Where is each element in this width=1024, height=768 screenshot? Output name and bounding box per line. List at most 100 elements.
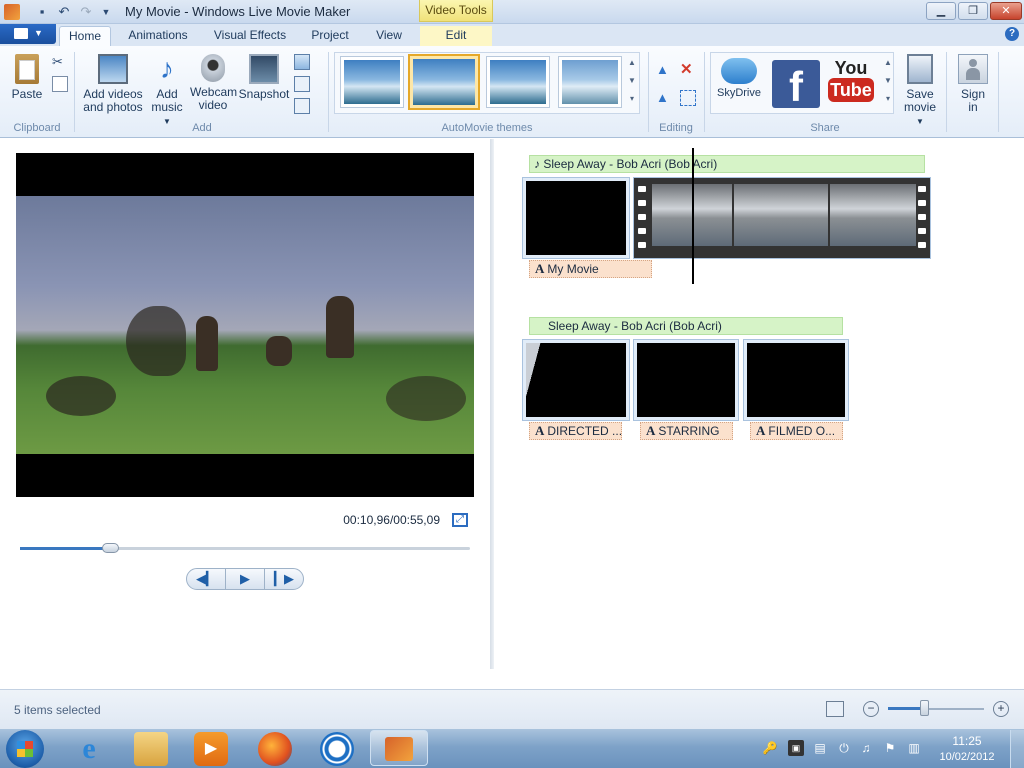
thumbnail-size-icon[interactable] bbox=[826, 701, 844, 717]
maximize-button[interactable]: ❐ bbox=[958, 2, 988, 20]
maxthon-icon[interactable] bbox=[320, 732, 354, 766]
previous-frame-button[interactable]: ◀▎ bbox=[186, 568, 226, 590]
start-button[interactable] bbox=[6, 730, 44, 768]
sign-in-button[interactable]: Sign in bbox=[954, 54, 992, 114]
firefox-icon[interactable] bbox=[258, 732, 292, 766]
youtube-icon[interactable]: You Tube bbox=[828, 58, 874, 108]
status-bar: 5 items selected − + bbox=[0, 689, 1024, 729]
save-movie-label-2: movie bbox=[903, 100, 936, 114]
theme-thumbnail[interactable] bbox=[558, 56, 622, 108]
customize-toolbar-icon[interactable]: ▼ bbox=[98, 4, 114, 20]
caption-bar[interactable]: A FILMED O... bbox=[750, 422, 843, 440]
credits-icon[interactable] bbox=[294, 98, 310, 114]
caption-bar[interactable]: A DIRECTED ... bbox=[529, 422, 622, 440]
seek-bar-thumb[interactable] bbox=[102, 543, 119, 553]
tab-visual-effects[interactable]: Visual Effects bbox=[208, 26, 292, 46]
theme-thumbnail[interactable] bbox=[340, 56, 404, 108]
text-icon: A bbox=[535, 423, 545, 438]
clipboard-group-label: Clipboard bbox=[13, 122, 61, 134]
title-clip[interactable] bbox=[522, 177, 630, 259]
share-scroll-buttons[interactable]: ▲ ▼ ▾ bbox=[882, 54, 894, 110]
save-movie-button[interactable]: Save movie ▼ bbox=[900, 54, 940, 128]
paste-icon bbox=[15, 54, 39, 84]
file-explorer-icon[interactable] bbox=[134, 732, 168, 766]
play-button[interactable]: ▶ bbox=[225, 568, 265, 590]
credits-clip[interactable] bbox=[633, 339, 739, 421]
application-menu-button[interactable]: ▼ bbox=[0, 24, 56, 44]
skydrive-button[interactable]: SkyDrive bbox=[714, 58, 764, 100]
playback-indicator[interactable] bbox=[692, 148, 694, 284]
caption-bar[interactable]: A My Movie bbox=[529, 260, 652, 278]
facebook-icon[interactable]: f bbox=[772, 60, 820, 108]
tray-volume-icon[interactable]: ♫ bbox=[858, 740, 874, 756]
remove-icon[interactable]: ✕ bbox=[680, 60, 696, 78]
minimize-button[interactable]: ▁ bbox=[926, 2, 956, 20]
chevron-down-icon: ▼ bbox=[34, 28, 43, 38]
taskbar-clock[interactable]: 11:25 bbox=[930, 734, 1004, 748]
tab-edit[interactable]: Edit bbox=[420, 26, 492, 46]
status-text: 5 items selected bbox=[14, 703, 101, 717]
zoom-in-icon[interactable]: + bbox=[993, 701, 1009, 717]
theme-thumbnail[interactable] bbox=[486, 56, 550, 108]
tray-monitor-icon[interactable]: ▣ bbox=[788, 740, 804, 756]
music-bar[interactable]: ♪ Sleep Away - Bob Acri (Bob Acri) bbox=[529, 155, 925, 173]
tab-home[interactable]: Home bbox=[59, 26, 111, 46]
media-player-icon[interactable]: ▶ bbox=[194, 732, 228, 766]
redo-icon[interactable]: ↷ bbox=[78, 4, 94, 20]
show-desktop-button[interactable] bbox=[1010, 730, 1024, 768]
theme-thumbnail-selected[interactable] bbox=[408, 54, 480, 110]
tray-security-icon[interactable]: 🔑 bbox=[762, 740, 778, 756]
add-music-button[interactable]: ♪ Add music ▼ bbox=[148, 54, 186, 128]
rotate-right-icon[interactable]: ▲ bbox=[656, 90, 672, 106]
tray-power-icon[interactable]: ⏻ bbox=[836, 740, 852, 756]
title-bar: ▪ ↶ ↷ ▼ My Movie - Windows Live Movie Ma… bbox=[0, 0, 1024, 24]
help-icon[interactable]: ? bbox=[1005, 27, 1019, 41]
tray-display-icon[interactable]: ▥ bbox=[906, 740, 922, 756]
credits-clip[interactable] bbox=[743, 339, 849, 421]
film-photo-icon bbox=[98, 54, 128, 84]
movie-maker-app-icon[interactable] bbox=[4, 4, 20, 20]
caption-icon[interactable] bbox=[294, 76, 310, 92]
save-icon[interactable]: ▪ bbox=[34, 4, 50, 20]
tab-view[interactable]: View bbox=[368, 26, 410, 46]
title-icon[interactable] bbox=[294, 54, 310, 70]
credits-clip[interactable] bbox=[522, 339, 630, 421]
user-icon bbox=[958, 54, 988, 84]
close-button[interactable]: ✕ bbox=[990, 2, 1022, 20]
play-icon: ▶ bbox=[240, 571, 250, 586]
video-preview[interactable] bbox=[16, 153, 474, 497]
rotate-left-icon[interactable]: ▲ bbox=[656, 62, 672, 78]
select-all-icon[interactable] bbox=[680, 90, 696, 106]
tab-animations[interactable]: Animations bbox=[121, 26, 195, 46]
caption-bar[interactable]: A STARRING bbox=[640, 422, 733, 440]
next-frame-button[interactable]: ▎▶ bbox=[264, 568, 304, 590]
undo-icon[interactable]: ↶ bbox=[56, 4, 72, 20]
gallery-scroll-buttons[interactable]: ▲ ▼ ▾ bbox=[626, 54, 638, 110]
zoom-slider-thumb[interactable] bbox=[920, 700, 929, 716]
tray-flag-icon[interactable]: ⚑ bbox=[882, 740, 898, 756]
sign-in-label-2: in bbox=[968, 100, 978, 114]
group-separator bbox=[648, 52, 649, 132]
caption-label: STARRING bbox=[658, 424, 720, 438]
copy-icon[interactable] bbox=[52, 76, 68, 92]
add-videos-and-photos-button[interactable]: Add videos and photos bbox=[80, 54, 146, 114]
caption-label: My Movie bbox=[547, 262, 599, 276]
zoom-out-icon[interactable]: − bbox=[863, 701, 879, 717]
group-separator bbox=[998, 52, 999, 132]
tab-project[interactable]: Project bbox=[306, 26, 354, 46]
paste-button[interactable]: Paste bbox=[8, 54, 46, 101]
add-videos-label-2: and photos bbox=[83, 100, 143, 114]
pane-splitter[interactable] bbox=[490, 139, 494, 669]
music-bar[interactable]: Sleep Away - Bob Acri (Bob Acri) bbox=[529, 317, 843, 335]
snapshot-button[interactable]: Snapshot bbox=[238, 54, 290, 101]
webcam-video-button[interactable]: Webcam video bbox=[190, 54, 237, 112]
tray-network-icon[interactable]: ▤ bbox=[812, 740, 828, 756]
cut-icon[interactable]: ✂ bbox=[52, 54, 68, 70]
taskbar-movie-maker-button[interactable] bbox=[370, 730, 428, 766]
video-clip[interactable] bbox=[633, 177, 931, 259]
paste-label: Paste bbox=[11, 87, 43, 101]
internet-explorer-icon[interactable]: e bbox=[72, 732, 106, 766]
save-movie-icon bbox=[907, 54, 933, 84]
zoom-slider-fill bbox=[888, 707, 924, 710]
full-screen-icon[interactable]: ⤢ bbox=[452, 513, 468, 527]
